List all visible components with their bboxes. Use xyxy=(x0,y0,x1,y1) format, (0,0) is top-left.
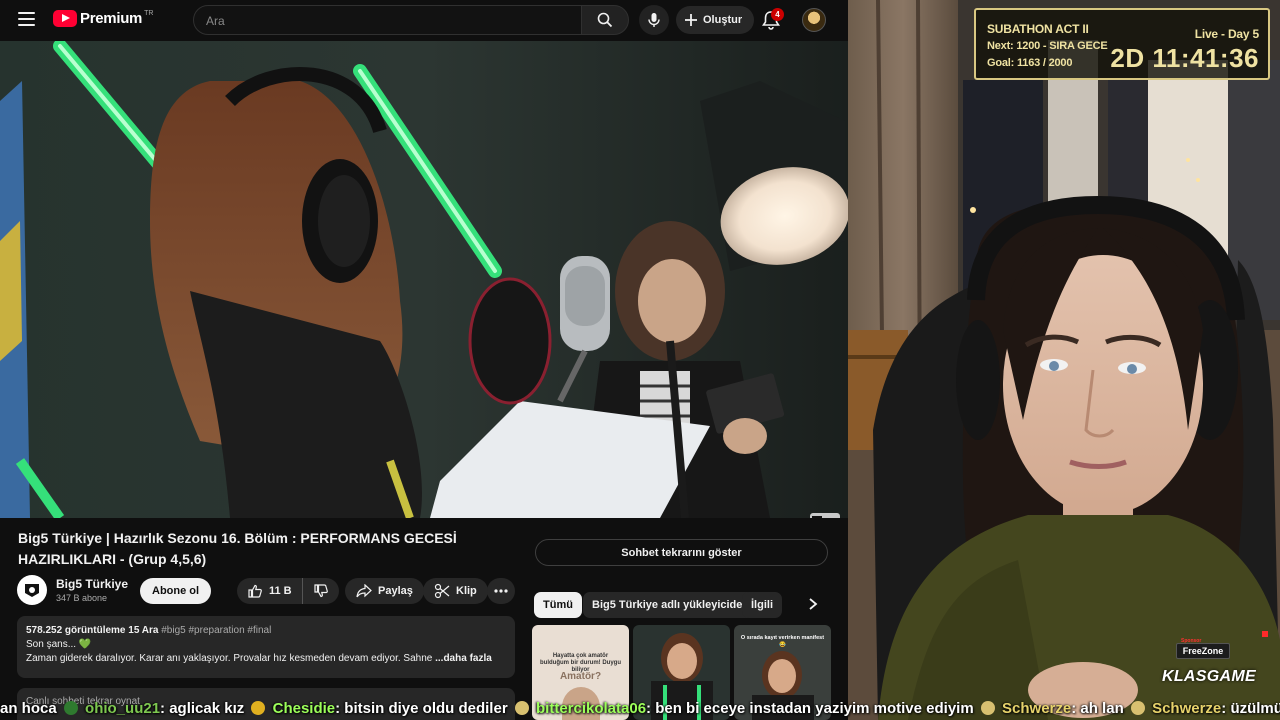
like-dislike-group: 11 B xyxy=(237,578,339,604)
leaf-badge-icon xyxy=(514,701,529,715)
logo-icon xyxy=(812,516,822,518)
chat-username: Chesidie xyxy=(272,700,336,717)
chip-all[interactable]: Tümü xyxy=(534,592,582,618)
like-count: 11 B xyxy=(269,585,292,597)
subathon-timer: 2D 11:41:36 xyxy=(1110,43,1259,73)
chat-message: bittercikolata06: ben bi eceye instadan … xyxy=(536,700,978,717)
chat-username: bittercikolata06 xyxy=(536,700,647,717)
more-actions-button[interactable] xyxy=(487,578,515,604)
chat-username: Schwerze xyxy=(1002,700,1072,717)
top-bar: Premium TR Oluştur xyxy=(0,0,848,40)
like-button[interactable]: 11 B xyxy=(237,578,303,604)
youtube-window: Premium TR Oluştur xyxy=(0,0,848,720)
freezone-label: FreeZone xyxy=(1182,646,1224,656)
subathon-overlay: SUBATHON ACT II Next: 1200 - SIRA GECE G… xyxy=(974,8,1270,80)
video-title: Big5 Türkiye | Hazırlık Sezonu 16. Bölüm… xyxy=(18,530,457,567)
chat-text: : aglicak kız xyxy=(160,700,245,717)
chat-text: : ah lan xyxy=(1071,700,1124,717)
description-box[interactable]: 578.252 görüntüleme 15 Ara #big5 #prepar… xyxy=(17,616,515,678)
dislike-button[interactable] xyxy=(303,578,339,604)
share-label: Paylaş xyxy=(378,585,413,597)
chat-text: an hoca xyxy=(0,700,57,717)
webcam-frame xyxy=(848,0,1280,720)
create-label: Oluştur xyxy=(703,14,743,26)
logo-country-code: TR xyxy=(144,10,154,17)
account-avatar[interactable] xyxy=(802,8,826,32)
video-frame xyxy=(0,41,848,518)
subathon-next: Next: 1200 - SIRA GECE xyxy=(987,40,1108,52)
search-box xyxy=(193,5,582,35)
description-line-1: Son şans... 💚 xyxy=(26,639,92,650)
webcam-feed xyxy=(848,0,1280,720)
thumbnail-caption-top: O sırada kayıt verirken manifest 😂 xyxy=(740,635,825,648)
video-player[interactable] xyxy=(0,41,848,518)
thumbs-down-icon xyxy=(314,584,328,598)
chat-ticker: an hoca ohio_uu21: aglicak kız Chesidie:… xyxy=(0,700,1280,720)
search-input[interactable] xyxy=(206,12,566,30)
klasgame-brand-logo: KLASGAME xyxy=(1162,668,1256,685)
chip-related[interactable]: İlgili xyxy=(742,592,782,618)
recording-indicator xyxy=(1262,631,1268,637)
subscriber-count: 347 B abone xyxy=(56,593,108,603)
chat-text: : üzülmüş xyxy=(1221,700,1280,717)
leaf-badge-icon xyxy=(980,701,995,715)
more-horizontal-icon xyxy=(494,589,508,593)
leaf-badge-icon xyxy=(1130,701,1145,715)
chat-username: ohio_uu21 xyxy=(85,700,161,717)
subscribe-button[interactable]: Abone ol xyxy=(140,578,212,604)
youtube-premium-logo[interactable]: Premium TR xyxy=(53,10,153,27)
coin-badge-icon xyxy=(251,701,266,715)
scissors-icon xyxy=(434,583,450,599)
chat-message: Chesidie: bitsin diye oldu dediler xyxy=(273,700,512,717)
subathon-goal: Goal: 1163 / 2000 xyxy=(987,57,1073,69)
view-count-date: 578.252 görüntüleme 15 Ara xyxy=(26,625,159,636)
clip-label: Klip xyxy=(456,585,477,597)
hamburger-icon[interactable] xyxy=(18,12,35,26)
clip-button[interactable]: Klip xyxy=(423,578,488,604)
chat-message: Schwerze: üzülmüş xyxy=(1152,700,1280,717)
channel-avatar[interactable] xyxy=(17,575,47,605)
chevron-right-icon[interactable] xyxy=(805,596,821,612)
create-button[interactable]: Oluştur xyxy=(676,6,755,34)
voice-search-button[interactable] xyxy=(639,5,669,35)
hashtags[interactable]: #big5 #preparation #final xyxy=(161,625,271,636)
thumbnail-caption-mid: Amatör? xyxy=(559,671,602,682)
chat-username: Schwerze xyxy=(1152,700,1222,717)
notification-badge: 4 xyxy=(771,8,784,21)
show-chat-replay-button[interactable]: Sohbet tekrarını göster xyxy=(535,539,828,566)
search-button[interactable] xyxy=(581,5,629,35)
logo-text: Premium xyxy=(80,10,143,27)
show-more-link[interactable]: ...daha fazla xyxy=(435,653,492,664)
subathon-title: SUBATHON ACT II xyxy=(987,22,1089,36)
chat-message: Schwerze: ah lan xyxy=(1002,700,1128,717)
channel-watermark-icon[interactable] xyxy=(810,513,840,518)
youtube-logo-icon xyxy=(53,10,77,27)
chat-message: ohio_uu21: aglicak kız xyxy=(85,700,248,717)
share-button[interactable]: Paylaş xyxy=(345,578,424,604)
chat-message: an hoca xyxy=(0,700,61,717)
channel-name[interactable]: Big5 Türkiye xyxy=(56,577,128,591)
freezone-sponsor-logo: Sponsor FreeZone xyxy=(1176,638,1230,659)
sprout-badge-icon xyxy=(63,701,78,715)
mic-icon xyxy=(648,13,660,27)
share-arrow-icon xyxy=(356,584,372,598)
description-line-2: Zaman giderek daralıyor. Karar anı yakla… xyxy=(26,653,433,664)
subathon-live-day: Live - Day 5 xyxy=(1194,27,1260,41)
thumbs-up-icon xyxy=(248,584,262,598)
chat-text: : ben bi eceye instadan yaziyim motive e… xyxy=(646,700,974,717)
freezone-tag: Sponsor xyxy=(1181,638,1202,644)
search-icon xyxy=(597,12,613,28)
chip-from-uploader[interactable]: Big5 Türkiye adlı yükleyiciden xyxy=(583,592,759,618)
channel-logo-icon xyxy=(25,584,39,597)
plus-icon xyxy=(685,14,697,26)
chat-text: : bitsin diye oldu dediler xyxy=(335,700,508,717)
